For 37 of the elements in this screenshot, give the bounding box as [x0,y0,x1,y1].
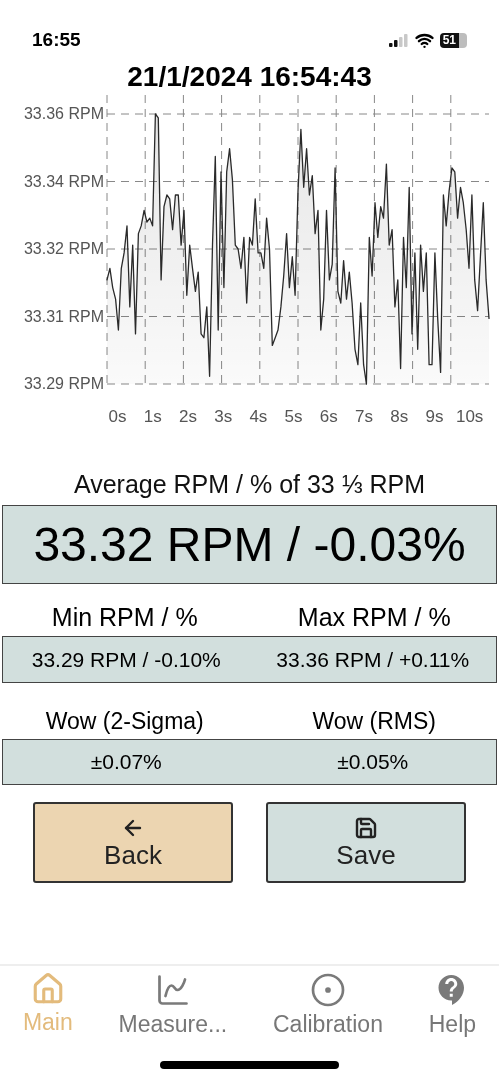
x-axis-label: 2s [179,407,197,426]
save-button[interactable]: Save [266,802,466,883]
stat-value: ±0.05% [336,749,410,776]
y-axis-label: 33.34 RPM [23,172,104,190]
x-axis-label: 8s [390,407,409,426]
x-axis-label: 6s [319,407,338,426]
stat-label: Max RPM / % [296,602,452,632]
date-time-title: 21/1/2024 16:54:43 [126,60,373,94]
x-axis-label: 3s [214,407,233,426]
x-axis-label: 1s [143,407,162,426]
average-label: Average RPM / % of 33 ⅓ RPM [72,469,427,499]
battery-icon: 51 [439,32,467,48]
x-axis-label: 7s [355,407,373,426]
stat-label: Wow (2-Sigma) [44,707,205,735]
save-icon [354,815,378,840]
signal-icon [388,33,409,47]
tab[interactable]: Measure... [118,972,228,1038]
average-value: 33.32 RPM / -0.03% [2,505,497,584]
stat-label: Min RPM / % [50,602,199,632]
target-icon [309,972,346,1008]
stat-value: 33.36 RPM / +0.11% [275,646,471,673]
y-axis-label: 33.31 RPM [23,307,104,325]
back-button[interactable]: Back [33,802,233,883]
x-axis-label: 9s [425,407,444,426]
x-axis-label: 10s [455,407,484,426]
y-axis-label: 33.29 RPM [23,375,104,392]
stat-value: ±0.07% [89,749,163,776]
x-axis-label: 0s [108,407,127,426]
stat-value: 33.29 RPM / -0.10% [30,646,222,673]
tab[interactable]: Help [428,972,477,1038]
x-axis-label: 4s [249,407,268,426]
status-time: 16:55 [32,27,81,52]
y-axis-label: 33.32 RPM [23,240,104,257]
x-axis-label: 5s [284,407,303,426]
tab[interactable]: Calibration [273,972,383,1038]
y-axis-label: 33.36 RPM [23,105,104,122]
stat-label: Wow (RMS) [311,707,437,735]
